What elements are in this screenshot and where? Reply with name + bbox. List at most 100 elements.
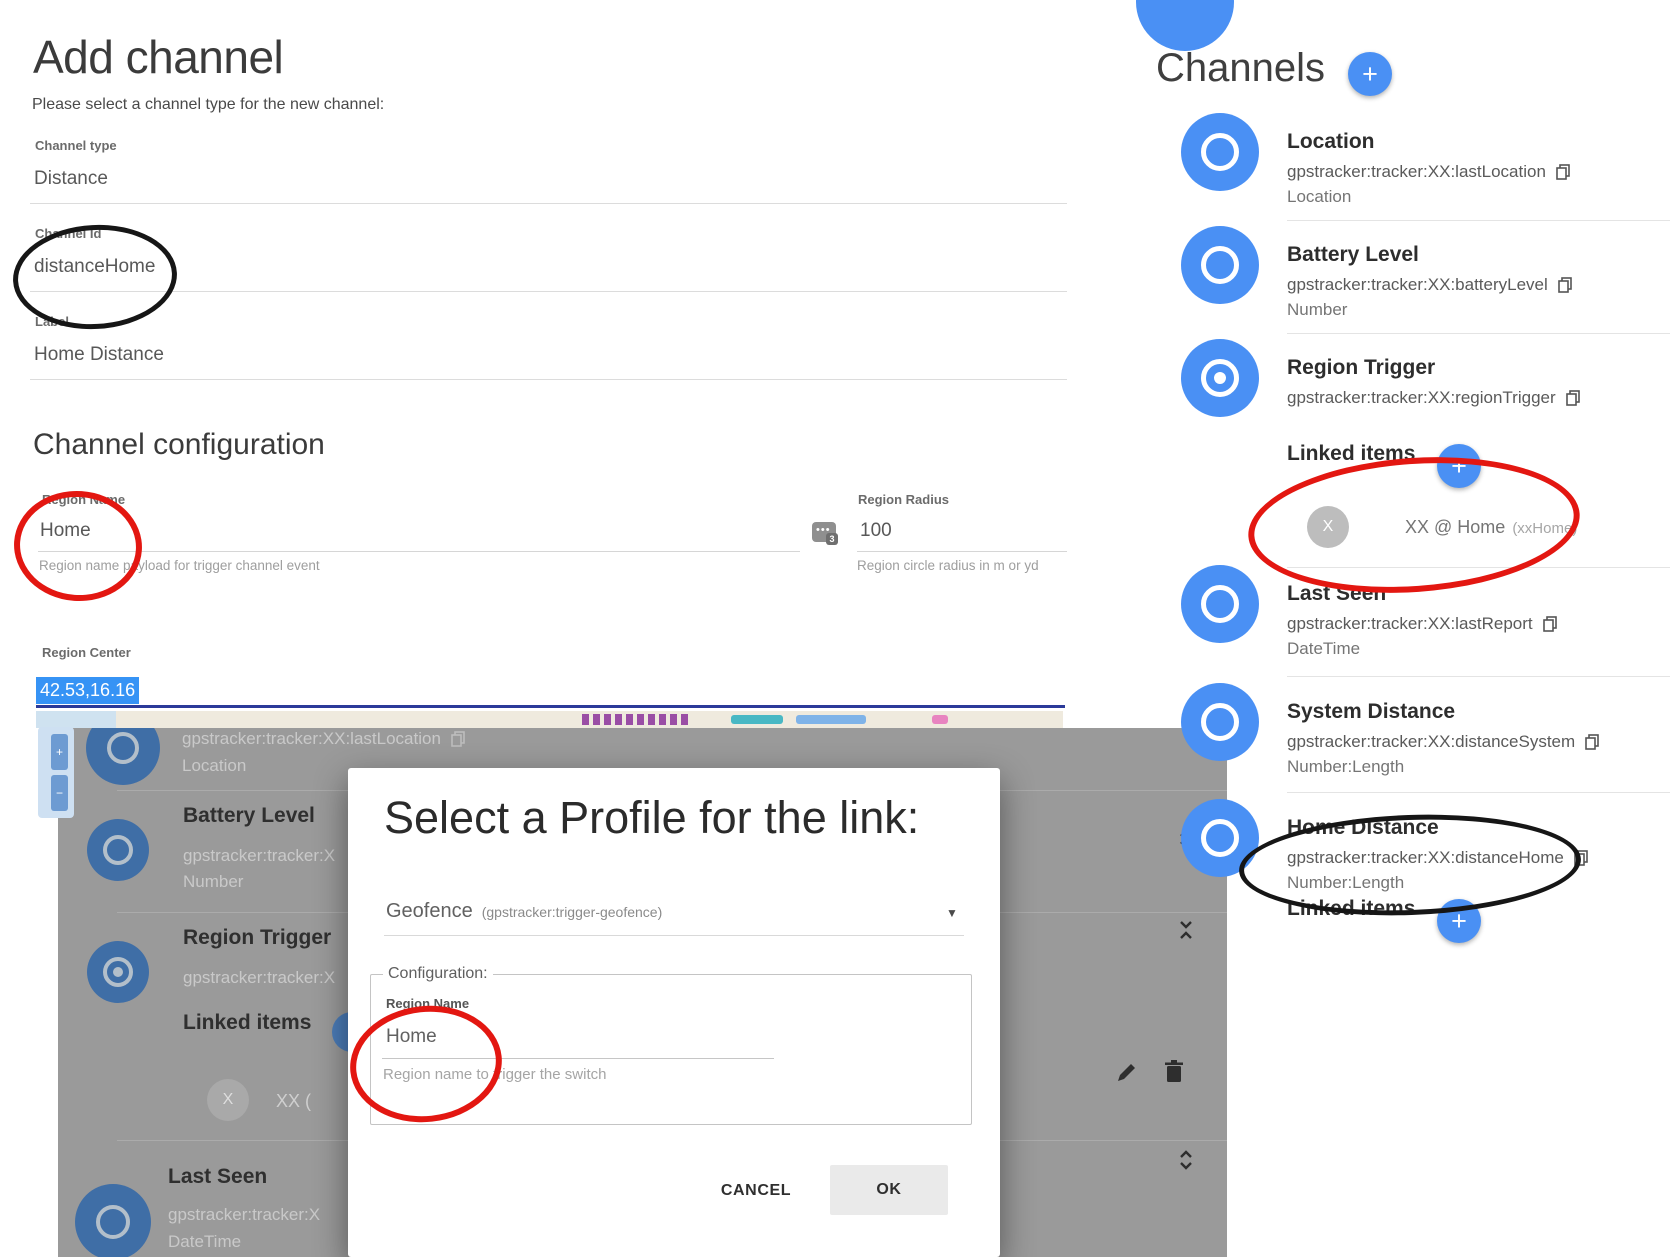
profile-select-detail: (gpstracker:trigger-geofence) <box>482 904 663 920</box>
map-strip <box>36 711 1063 728</box>
channel-title: Region Trigger <box>1287 356 1435 380</box>
copy-icon[interactable] <box>451 731 465 747</box>
divider <box>1287 792 1670 793</box>
channel-title: Home Distance <box>1287 816 1439 840</box>
linked-item-text-dimmed: XX ( <box>276 1091 311 1112</box>
label-field-input[interactable]: Home Distance <box>34 344 164 366</box>
delete-icon <box>1164 1060 1184 1089</box>
region-center-input[interactable]: 42.53,16.16 <box>36 677 139 704</box>
region-radius-hint: Region circle radius in m or yd <box>857 558 1039 573</box>
channel-id-input[interactable]: distanceHome <box>34 256 155 278</box>
divider <box>857 551 1067 552</box>
dimmed-location-uid: gpstracker:tracker:XX:lastLocation <box>182 729 465 749</box>
divider <box>384 935 964 936</box>
channel-title: Battery Level <box>1287 243 1419 267</box>
region-name-input[interactable]: Home <box>40 520 91 542</box>
linked-item-name: XX @ Home <box>1405 517 1505 538</box>
profile-select[interactable]: Geofence (gpstracker:trigger-geofence) <box>386 900 662 923</box>
divider <box>30 203 1067 204</box>
dialog-region-name-input[interactable]: Home <box>386 1026 437 1048</box>
fab-partial-icon[interactable] <box>1136 0 1234 51</box>
region-radius-input[interactable]: 100 <box>860 520 892 542</box>
linked-items-label: Linked items <box>1287 442 1415 466</box>
channel-icon <box>1181 113 1259 191</box>
divider <box>1287 333 1670 334</box>
cancel-button[interactable]: CANCEL <box>710 1176 802 1206</box>
reorder-unfold-icon <box>1177 1148 1195 1177</box>
channel-uid: gpstracker:tracker:XX:lastReport <box>1287 614 1557 634</box>
input-helper-icon[interactable]: ••• 3 <box>812 522 836 542</box>
map-blue-blob <box>796 715 866 724</box>
divider <box>30 379 1067 380</box>
channel-icon-dimmed <box>75 1184 151 1257</box>
map-zoom-in-button[interactable]: + <box>51 734 68 770</box>
page-title: Add channel <box>33 30 283 84</box>
channel-icon <box>1181 339 1259 417</box>
map-zoom-out-button[interactable]: − <box>51 775 68 811</box>
edit-icon <box>1116 1061 1138 1088</box>
dimmed-battery-title: Battery Level <box>183 804 315 828</box>
region-name-label: Region Name <box>42 492 125 507</box>
channel-type: Number <box>1287 300 1347 320</box>
label-field-label: Label <box>35 314 69 329</box>
channel-icon <box>1181 683 1259 761</box>
linked-item-id: (xxHome) <box>1512 520 1577 537</box>
add-link-button[interactable]: + <box>1437 444 1481 488</box>
focused-underline <box>36 705 1065 708</box>
channel-icon <box>1181 799 1259 877</box>
add-channel-button[interactable]: + <box>1348 52 1392 96</box>
channel-type-value[interactable]: Distance <box>34 168 108 190</box>
dimmed-battery-type: Number <box>183 872 243 892</box>
dimmed-battery-uid: gpstracker:tracker:X <box>183 846 335 866</box>
profile-select-value: Geofence <box>386 900 473 923</box>
channel-uid: gpstracker:tracker:XX:batteryLevel <box>1287 275 1572 295</box>
channel-icon <box>1181 226 1259 304</box>
page-subtitle: Please select a channel type for the new… <box>32 96 384 114</box>
dialog-title: Select a Profile for the link: <box>384 792 919 844</box>
copy-icon[interactable] <box>1556 164 1570 180</box>
channel-title: Last Seen <box>1287 582 1386 606</box>
divider <box>38 551 800 552</box>
copy-icon[interactable] <box>1574 850 1588 866</box>
channel-type: Number:Length <box>1287 757 1404 777</box>
dialog-region-name-label: Region Name <box>386 996 469 1011</box>
linked-item[interactable]: XX @ Home (xxHome) <box>1405 517 1577 538</box>
region-radius-label: Region Radius <box>858 492 949 507</box>
channel-icon <box>1181 565 1259 643</box>
divider <box>30 291 1067 292</box>
channel-type-label: Channel type <box>35 138 117 153</box>
dimmed-region-trigger-uid: gpstracker:tracker:X <box>183 968 335 988</box>
channel-uid: gpstracker:tracker:XX:distanceHome <box>1287 848 1588 868</box>
copy-icon[interactable] <box>1543 616 1557 632</box>
configuration-fieldset: Configuration: <box>370 965 972 1125</box>
channel-id-label: Channel Id <box>35 226 101 241</box>
channel-type: DateTime <box>1287 639 1360 659</box>
linked-item-avatar: X <box>1307 506 1349 548</box>
channel-type: Number:Length <box>1287 873 1404 893</box>
chevron-down-icon[interactable]: ▼ <box>946 906 958 920</box>
channel-icon-dimmed <box>87 941 149 1003</box>
dimmed-linked-items-label: Linked items <box>183 1011 311 1035</box>
profile-dialog: Select a Profile for the link: Geofence … <box>348 768 1000 1257</box>
channel-uid: gpstracker:tracker:XX:lastLocation <box>1287 162 1570 182</box>
ok-button[interactable]: OK <box>830 1165 948 1215</box>
fieldset-legend: Configuration: <box>383 965 493 983</box>
dimmed-region-trigger-title: Region Trigger <box>183 926 331 950</box>
map-zoom-panel: + − <box>38 727 74 818</box>
channel-title: Location <box>1287 130 1375 154</box>
map-teal-blob <box>731 715 783 724</box>
region-center-label: Region Center <box>42 645 131 660</box>
copy-icon[interactable] <box>1585 734 1599 750</box>
dimmed-location-type: Location <box>182 756 246 776</box>
copy-icon[interactable] <box>1566 390 1580 406</box>
channel-icon-dimmed <box>86 728 160 785</box>
add-link-button[interactable]: + <box>1437 899 1481 943</box>
map-pink-blob <box>932 715 948 724</box>
badge: 3 <box>826 533 838 545</box>
divider <box>1287 676 1670 677</box>
channel-icon-dimmed <box>87 819 149 881</box>
divider <box>382 1058 774 1059</box>
copy-icon[interactable] <box>1558 277 1572 293</box>
channel-uid: gpstracker:tracker:XX:regionTrigger <box>1287 388 1580 408</box>
channel-title: System Distance <box>1287 700 1455 724</box>
